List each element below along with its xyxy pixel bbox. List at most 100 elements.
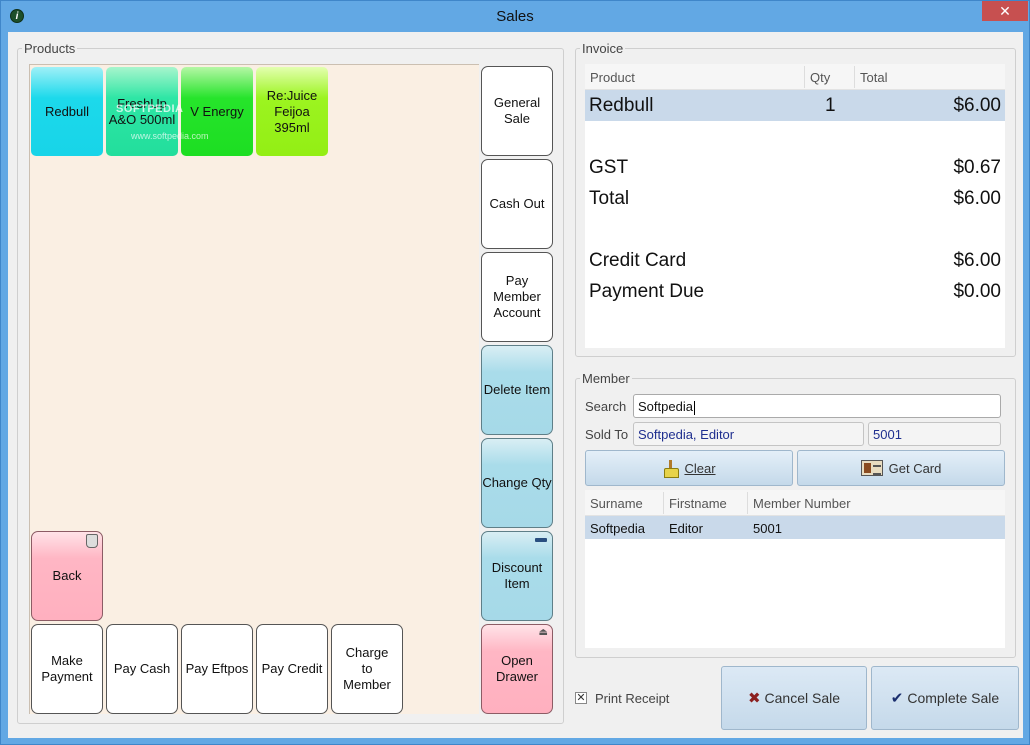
member-surname: Softpedia (590, 521, 645, 536)
sold-to-name-field: Softpedia, Editor (633, 422, 864, 446)
sold-to-number-field: 5001 (868, 422, 1001, 446)
col-divider (854, 66, 855, 88)
trash-icon (86, 534, 98, 548)
cash-out-button[interactable]: Cash Out (481, 159, 553, 249)
button-label: General Sale (493, 95, 541, 126)
cancel-sale-button[interactable]: ✖ Cancel Sale (721, 666, 867, 730)
member-row[interactable]: Softpedia Editor 5001 (585, 516, 1005, 539)
minus-icon (535, 538, 547, 542)
member-list: Surname Firstname Member Number Softpedi… (585, 490, 1005, 648)
print-receipt-checkbox[interactable]: ✕ (575, 692, 587, 704)
get-card-button-label: Get Card (888, 460, 942, 476)
watermark-url: www.softpedia.com (131, 131, 209, 141)
watermark: SOFTPEDIA (116, 103, 184, 115)
total-row: Total $6.00 (585, 183, 1005, 214)
item-qty: 1 (825, 95, 836, 116)
button-label: Charge to Member (343, 645, 391, 692)
button-label: Make Payment (41, 653, 93, 684)
search-input-value: Softpedia (638, 399, 693, 414)
product-tile-v-energy[interactable]: V Energy (181, 67, 253, 156)
print-receipt-label[interactable]: Print Receipt (595, 691, 669, 706)
general-sale-button[interactable]: General Sale (481, 66, 553, 156)
product-tile-label: V Energy (190, 103, 244, 119)
payment-due-value: $0.00 (953, 281, 1001, 302)
text-caret (693, 400, 695, 415)
col-qty[interactable]: Qty (810, 70, 830, 85)
product-tile-label: Redbull (44, 103, 90, 119)
window-title: Sales (496, 8, 534, 25)
gst-label: GST (589, 157, 629, 178)
button-label: Change Qty (482, 475, 552, 490)
col-firstname[interactable]: Firstname (669, 496, 727, 511)
product-tile-redbull[interactable]: Redbull (31, 67, 103, 156)
member-firstname: Editor (669, 521, 703, 536)
checkmark-icon: ✔ (890, 690, 904, 707)
broom-icon (662, 460, 680, 478)
button-label: Open Drawer (496, 653, 538, 684)
payment-due-row: Payment Due $0.00 (585, 276, 1005, 307)
sales-window: i Sales ✕ Products Redbull FreshUp A&O 5… (0, 0, 1030, 745)
member-number: 5001 (753, 521, 782, 536)
col-product[interactable]: Product (590, 70, 635, 85)
pay-eftpos-button[interactable]: Pay Eftpos (181, 624, 253, 714)
col-divider (747, 492, 748, 514)
button-label: Cash Out (489, 196, 545, 211)
col-surname[interactable]: Surname (590, 496, 643, 511)
invoice-table: Product Qty Total Redbull 1 $6.00 GST $0… (585, 64, 1005, 348)
col-member-number[interactable]: Member Number (753, 496, 851, 511)
button-label: Discount Item (491, 560, 543, 591)
charge-to-member-button[interactable]: Charge to Member (331, 624, 403, 714)
credit-card-label: Credit Card (589, 250, 687, 271)
button-label: Pay Member Account (493, 273, 541, 320)
open-drawer-button[interactable]: ⏏ Open Drawer (481, 624, 553, 714)
clear-button[interactable]: Clear (585, 450, 793, 486)
close-button[interactable]: ✕ (982, 1, 1028, 21)
discount-item-button[interactable]: Discount Item (481, 531, 553, 621)
products-legend: Products (22, 41, 78, 56)
make-payment-button[interactable]: Make Payment (31, 624, 103, 714)
sold-to-label: Sold To (585, 427, 629, 442)
invoice-legend: Invoice (580, 41, 626, 56)
search-input[interactable]: Softpedia (633, 394, 1001, 418)
item-product: Redbull (589, 95, 654, 116)
get-card-button[interactable]: Get Card (797, 450, 1005, 486)
credit-card-value: $6.00 (953, 250, 1001, 271)
col-divider (663, 492, 664, 514)
clear-button-label: Clear (684, 460, 716, 476)
invoice-header: Product Qty Total (585, 64, 1005, 90)
gst-value: $0.67 (953, 157, 1001, 178)
id-card-icon (860, 460, 883, 476)
button-label: Pay Cash (113, 661, 171, 676)
change-qty-button[interactable]: Change Qty (481, 438, 553, 528)
delete-item-button[interactable]: Delete Item (481, 345, 553, 435)
pay-cash-button[interactable]: Pay Cash (106, 624, 178, 714)
total-label: Total (589, 188, 630, 209)
button-label: Pay Credit (261, 661, 323, 676)
back-button-label: Back (52, 568, 82, 583)
title-bar[interactable]: i Sales ✕ (1, 1, 1029, 32)
pay-member-account-button[interactable]: Pay Member Account (481, 252, 553, 342)
gst-row: GST $0.67 (585, 152, 1005, 183)
member-list-header: Surname Firstname Member Number (585, 490, 1005, 516)
pay-credit-button[interactable]: Pay Credit (256, 624, 328, 714)
payment-due-label: Payment Due (589, 281, 705, 302)
product-tile-label: Re:Juice Feijoa 395ml (266, 87, 318, 135)
item-total: $6.00 (953, 95, 1001, 116)
back-button[interactable]: Back (31, 531, 103, 621)
cancel-icon: ✖ (747, 690, 761, 707)
credit-card-row: Credit Card $6.00 (585, 245, 1005, 276)
complete-sale-label: Complete Sale (907, 690, 1000, 706)
total-value: $6.00 (953, 188, 1001, 209)
button-label: Delete Item (483, 382, 551, 397)
search-label: Search (585, 399, 627, 414)
member-legend: Member (580, 371, 632, 386)
cancel-sale-label: Cancel Sale (764, 690, 841, 706)
button-label: Pay Eftpos (185, 661, 249, 676)
close-icon: ✕ (999, 3, 1011, 19)
complete-sale-button[interactable]: ✔ Complete Sale (871, 666, 1019, 730)
col-total[interactable]: Total (860, 70, 887, 85)
invoice-row[interactable]: Redbull 1 $6.00 (585, 90, 1005, 121)
col-divider (804, 66, 805, 88)
eject-icon: ⏏ (538, 627, 548, 638)
product-tile-rejuice[interactable]: Re:Juice Feijoa 395ml (256, 67, 328, 156)
